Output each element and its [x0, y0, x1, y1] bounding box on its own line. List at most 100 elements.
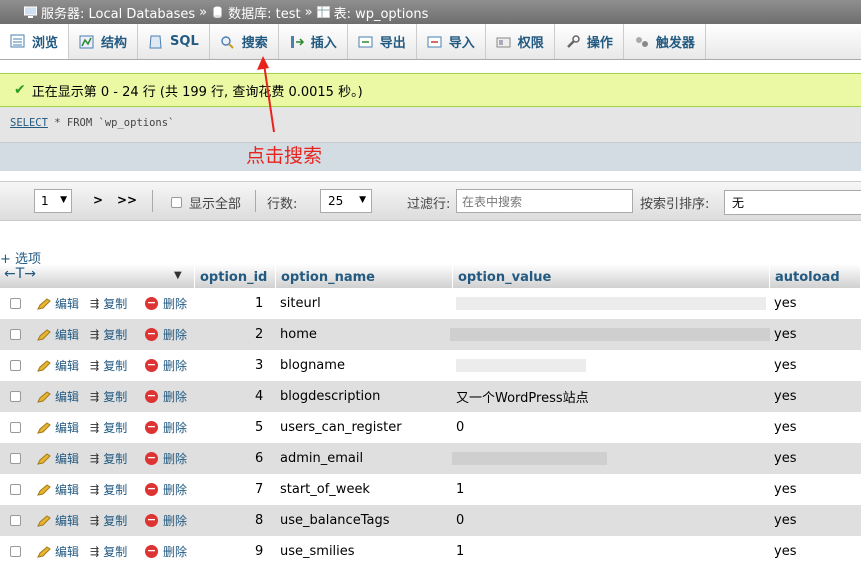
show-all-checkbox[interactable]: [171, 197, 182, 208]
row-checkbox[interactable]: [10, 474, 28, 505]
cell-option-name[interactable]: blogdescription: [280, 381, 380, 412]
row-checkbox[interactable]: [10, 319, 28, 350]
delete-link[interactable]: − 删除: [145, 319, 187, 350]
cell-option-value[interactable]: [456, 288, 766, 319]
copy-link[interactable]: ⇶ 复制: [90, 474, 127, 505]
copy-link[interactable]: ⇶ 复制: [90, 350, 127, 381]
delete-link[interactable]: − 删除: [145, 536, 187, 567]
cell-option-name[interactable]: use_balanceTags: [280, 505, 389, 536]
cell-autoload[interactable]: yes: [774, 412, 796, 443]
cell-option-id[interactable]: 8: [255, 505, 263, 536]
next-page-button[interactable]: >: [93, 193, 103, 207]
edit-link[interactable]: 编辑: [37, 350, 79, 381]
breadcrumb-database-label[interactable]: 数据库: test: [228, 3, 300, 22]
delete-link[interactable]: − 删除: [145, 474, 187, 505]
cell-option-value[interactable]: 0: [456, 412, 464, 443]
delete-link[interactable]: − 删除: [145, 412, 187, 443]
sort-triangle-icon[interactable]: ▼: [174, 270, 182, 281]
tab-import[interactable]: 导入: [417, 24, 486, 59]
tab-export[interactable]: 导出: [348, 24, 417, 59]
cell-option-id[interactable]: 5: [255, 412, 263, 443]
sort-by-index-select[interactable]: 无: [724, 190, 861, 215]
column-header-autoload[interactable]: autoload: [770, 264, 861, 290]
row-checkbox[interactable]: [10, 443, 28, 474]
edit-link[interactable]: 编辑: [37, 319, 79, 350]
column-header-option-name[interactable]: option_name: [276, 264, 453, 290]
delete-link[interactable]: − 删除: [145, 505, 187, 536]
rows-per-page-select[interactable]: 25 ▼: [320, 189, 372, 213]
cell-option-value[interactable]: [456, 350, 586, 381]
breadcrumb-server-label[interactable]: 服务器: Local Databases: [41, 3, 195, 22]
cell-autoload[interactable]: yes: [774, 536, 796, 567]
page-select[interactable]: 1 ▼: [34, 189, 72, 213]
delete-link[interactable]: − 删除: [145, 443, 187, 474]
edit-link[interactable]: 编辑: [37, 505, 79, 536]
copy-link[interactable]: ⇶ 复制: [90, 288, 127, 319]
cell-option-id[interactable]: 2: [255, 319, 263, 350]
cell-option-name[interactable]: blogname: [280, 350, 345, 381]
delete-link[interactable]: − 删除: [145, 350, 187, 381]
edit-link[interactable]: 编辑: [37, 443, 79, 474]
cell-autoload[interactable]: yes: [774, 443, 796, 474]
sql-keyword-link[interactable]: SELECT: [10, 117, 48, 129]
tab-sql[interactable]: SQL: [138, 24, 210, 59]
cell-option-name[interactable]: users_can_register: [280, 412, 402, 443]
show-all-toggle[interactable]: 显示全部: [171, 193, 241, 212]
copy-link[interactable]: ⇶ 复制: [90, 443, 127, 474]
cell-autoload[interactable]: yes: [774, 505, 796, 536]
column-header-option-value[interactable]: option_value: [453, 264, 770, 290]
row-checkbox[interactable]: [10, 381, 28, 412]
copy-link[interactable]: ⇶ 复制: [90, 505, 127, 536]
row-checkbox[interactable]: [10, 350, 28, 381]
cell-option-id[interactable]: 1: [255, 288, 263, 319]
cell-option-value[interactable]: 1: [456, 536, 464, 567]
breadcrumb-database[interactable]: 数据库: test: [211, 3, 301, 22]
cell-autoload[interactable]: yes: [774, 319, 796, 350]
filter-rows-input[interactable]: 在表中搜索: [456, 189, 633, 213]
tab-triggers[interactable]: 触发器: [624, 24, 706, 59]
breadcrumb-table[interactable]: 表: wp_options: [316, 3, 429, 22]
cell-option-name[interactable]: use_smilies: [280, 536, 355, 567]
edit-link[interactable]: 编辑: [37, 381, 79, 412]
cell-option-id[interactable]: 7: [255, 474, 263, 505]
cell-option-id[interactable]: 3: [255, 350, 263, 381]
copy-link[interactable]: ⇶ 复制: [90, 319, 127, 350]
cell-option-value[interactable]: [450, 319, 770, 350]
cell-autoload[interactable]: yes: [774, 288, 796, 319]
column-header-option-id[interactable]: option_id: [195, 264, 276, 290]
cell-autoload[interactable]: yes: [774, 350, 796, 381]
cell-option-value[interactable]: [452, 443, 607, 474]
tab-privileges[interactable]: 权限: [486, 24, 555, 59]
cell-option-name[interactable]: start_of_week: [280, 474, 370, 505]
cell-option-id[interactable]: 4: [255, 381, 263, 412]
edit-link[interactable]: 编辑: [37, 288, 79, 319]
cell-option-id[interactable]: 9: [255, 536, 263, 567]
copy-link[interactable]: ⇶ 复制: [90, 381, 127, 412]
copy-link[interactable]: ⇶ 复制: [90, 412, 127, 443]
tab-browse[interactable]: 浏览: [0, 24, 70, 59]
cell-autoload[interactable]: yes: [774, 474, 796, 505]
edit-link[interactable]: 编辑: [37, 474, 79, 505]
cell-option-name[interactable]: admin_email: [280, 443, 363, 474]
cell-option-value[interactable]: 0: [456, 505, 464, 536]
cell-option-value[interactable]: 1: [456, 474, 464, 505]
row-checkbox[interactable]: [10, 536, 28, 567]
column-resize-arrows[interactable]: ←T→: [4, 266, 36, 282]
cell-option-name[interactable]: home: [280, 319, 317, 350]
edit-link[interactable]: 编辑: [37, 412, 79, 443]
copy-link[interactable]: ⇶ 复制: [90, 536, 127, 567]
breadcrumb-table-label[interactable]: 表: wp_options: [334, 3, 429, 22]
last-page-button[interactable]: >>: [117, 193, 137, 207]
cell-autoload[interactable]: yes: [774, 381, 796, 412]
row-checkbox[interactable]: [10, 412, 28, 443]
tab-operations[interactable]: 操作: [555, 24, 624, 59]
delete-link[interactable]: − 删除: [145, 381, 187, 412]
edit-link[interactable]: 编辑: [37, 536, 79, 567]
cell-option-value[interactable]: 又一个WordPress站点: [456, 381, 589, 412]
cell-option-name[interactable]: siteurl: [280, 288, 321, 319]
breadcrumb-server[interactable]: 服务器: Local Databases: [24, 3, 195, 22]
tab-insert[interactable]: 插入: [279, 24, 348, 59]
tab-structure[interactable]: 结构: [69, 24, 139, 59]
cell-option-id[interactable]: 6: [255, 443, 263, 474]
delete-link[interactable]: − 删除: [145, 288, 187, 319]
